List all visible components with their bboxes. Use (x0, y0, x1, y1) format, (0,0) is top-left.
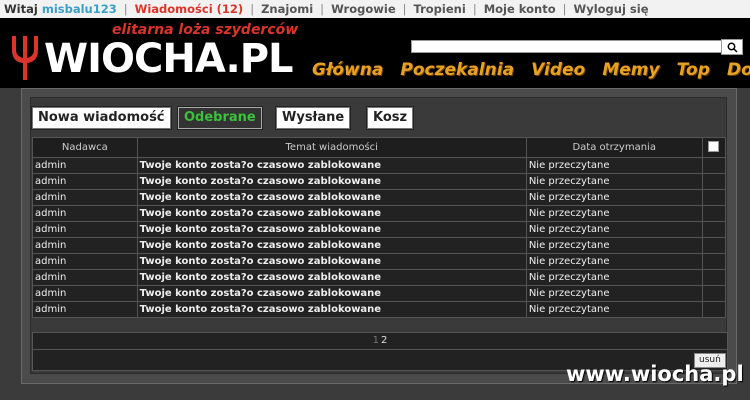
row-subject[interactable]: Twoje konto zosta?o czasowo zablokowane (136, 173, 527, 190)
row-select-cell[interactable] (701, 269, 727, 286)
search-icon (727, 42, 738, 53)
col-date: Data otrzymania (525, 137, 703, 158)
page-1[interactable]: 1 (373, 335, 379, 346)
row-sender[interactable]: admin (32, 157, 138, 174)
table-row[interactable]: admin Twoje konto zosta?o czasowo zabloko… (32, 173, 727, 190)
friends-link[interactable]: Znajomi (261, 0, 313, 18)
row-select-cell[interactable] (701, 253, 727, 270)
enemies-link[interactable]: Wrogowie (331, 0, 396, 18)
new-message-button[interactable]: Nowa wiadomość (32, 107, 171, 129)
row-date: Nie przeczytane (525, 237, 703, 254)
nav-memes[interactable]: Memy (602, 60, 659, 80)
nav-top[interactable]: Top (677, 60, 710, 80)
row-sender[interactable]: admin (32, 189, 138, 206)
row-date: Nie przeczytane (525, 269, 703, 286)
col-subject: Temat wiadomości (136, 137, 527, 158)
row-subject[interactable]: Twoje konto zosta?o czasowo zablokowane (136, 237, 527, 254)
row-sender[interactable]: admin (32, 269, 138, 286)
row-subject[interactable]: Twoje konto zosta?o czasowo zablokowane (136, 189, 527, 206)
row-date: Nie przeczytane (525, 189, 703, 206)
row-select-cell[interactable] (701, 301, 727, 318)
row-subject[interactable]: Twoje konto zosta?o czasowo zablokowane (136, 285, 527, 302)
row-date: Nie przeczytane (525, 301, 703, 318)
table-row[interactable]: admin Twoje konto zosta?o czasowo zabloko… (32, 269, 727, 286)
inbox-tab[interactable]: Odebrane (178, 107, 262, 129)
row-date: Nie przeczytane (525, 221, 703, 238)
logout-link[interactable]: Wyloguj się (574, 0, 649, 18)
search-button[interactable] (721, 39, 743, 55)
row-subject[interactable]: Twoje konto zosta?o czasowo zablokowane (136, 269, 527, 286)
site-header: elitarna loża szyderców WIOCHA.PL Główna… (0, 18, 750, 88)
nav-home[interactable]: Główna (312, 60, 383, 80)
welcome-label: Witaj (4, 2, 38, 16)
logo-wordmark: WIOCHA.PL (44, 36, 294, 82)
messages-table: Nadawca Temat wiadomości Data otrzymania… (32, 137, 727, 318)
row-select-cell[interactable] (701, 285, 727, 302)
row-sender[interactable]: admin (32, 221, 138, 238)
row-date: Nie przeczytane (525, 157, 703, 174)
nav-waiting-room[interactable]: Poczekalnia (400, 60, 514, 80)
row-select-cell[interactable] (701, 237, 727, 254)
row-sender[interactable]: admin (32, 237, 138, 254)
row-select-cell[interactable] (701, 205, 727, 222)
row-sender[interactable]: admin (32, 173, 138, 190)
row-subject[interactable]: Twoje konto zosta?o czasowo zablokowane (136, 221, 527, 238)
sent-tab[interactable]: Wysłane (276, 107, 351, 129)
top-user-bar: Witaj misbalu123 | Wiadomości (12) | Zna… (0, 0, 750, 18)
username-link[interactable]: misbalu123 (42, 0, 117, 18)
row-date: Nie przeczytane (525, 285, 703, 302)
nav-add[interactable]: Dodaj (727, 60, 750, 80)
page-2[interactable]: 2 (381, 335, 387, 346)
table-row[interactable]: admin Twoje konto zosta?o czasowo zabloko… (32, 189, 727, 206)
row-subject[interactable]: Twoje konto zosta?o czasowo zablokowane (136, 301, 527, 318)
row-sender[interactable]: admin (32, 301, 138, 318)
my-account-link[interactable]: Moje konto (484, 0, 556, 18)
table-row[interactable]: admin Twoje konto zosta?o czasowo zabloko… (32, 285, 727, 302)
table-row[interactable]: admin Twoje konto zosta?o czasowo zabloko… (32, 301, 727, 318)
row-select-cell[interactable] (701, 157, 727, 174)
search-input[interactable] (411, 40, 743, 53)
table-row[interactable]: admin Twoje konto zosta?o czasowo zabloko… (32, 205, 727, 222)
tracked-link[interactable]: Tropieni (414, 0, 466, 18)
table-row[interactable]: admin Twoje konto zosta?o czasowo zabloko… (32, 157, 727, 174)
row-date: Nie przeczytane (525, 173, 703, 190)
row-subject[interactable]: Twoje konto zosta?o czasowo zablokowane (136, 157, 527, 174)
main-nav: Główna Poczekalnia Video Memy Top Dodaj (312, 60, 750, 80)
watermark: www.wiocha.pl (566, 362, 744, 386)
row-select-cell[interactable] (701, 189, 727, 206)
row-date: Nie przeczytane (525, 205, 703, 222)
row-sender[interactable]: admin (32, 253, 138, 270)
nav-video[interactable]: Video (531, 60, 585, 80)
table-row[interactable]: admin Twoje konto zosta?o czasowo zabloko… (32, 253, 727, 270)
messages-link[interactable]: Wiadomości (12) (135, 0, 244, 18)
row-sender[interactable]: admin (32, 205, 138, 222)
row-subject[interactable]: Twoje konto zosta?o czasowo zablokowane (136, 205, 527, 222)
select-all-checkbox[interactable] (708, 140, 720, 152)
trident-icon (12, 36, 38, 80)
pagination: 12 (32, 332, 728, 350)
row-select-cell[interactable] (701, 221, 727, 238)
table-row[interactable]: admin Twoje konto zosta?o czasowo zabloko… (32, 221, 727, 238)
row-subject[interactable]: Twoje konto zosta?o czasowo zablokowane (136, 253, 527, 270)
row-select-cell[interactable] (701, 173, 727, 190)
col-sender: Nadawca (32, 137, 138, 158)
trash-tab[interactable]: Kosz (367, 107, 414, 129)
row-sender[interactable]: admin (32, 285, 138, 302)
table-row[interactable]: admin Twoje konto zosta?o czasowo zabloko… (32, 237, 727, 254)
row-date: Nie przeczytane (525, 253, 703, 270)
